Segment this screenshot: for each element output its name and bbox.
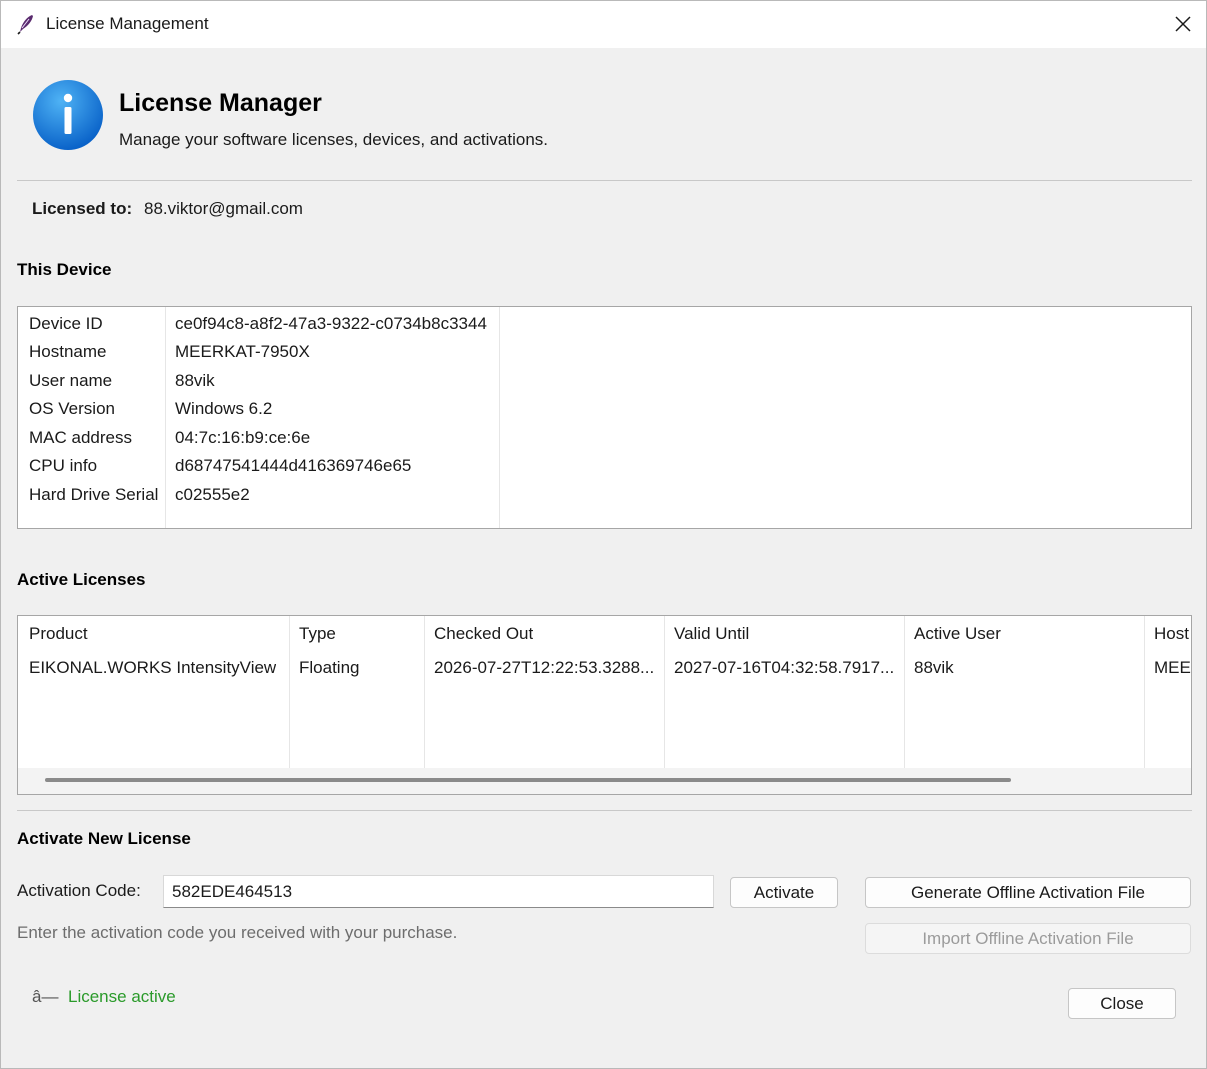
- active-licenses-title: Active Licenses: [17, 570, 146, 589]
- column-separator: [664, 616, 665, 768]
- header-subtitle: Manage your software licenses, devices, …: [119, 130, 549, 149]
- device-row-label: Hostname: [29, 342, 107, 361]
- feather-pen-icon: [17, 15, 33, 35]
- column-header-valid-until[interactable]: Valid Until: [674, 624, 749, 644]
- column-separator: [424, 616, 425, 768]
- divider: [17, 810, 1192, 811]
- license-cell-host[interactable]: MEE: [1154, 658, 1191, 678]
- activation-hint: Enter the activation code you received w…: [17, 923, 458, 942]
- activate-new-license-title: Activate New License: [17, 829, 191, 848]
- device-row-value: d68747541444d416369746e65: [175, 456, 412, 475]
- column-header-checked-out[interactable]: Checked Out: [434, 624, 533, 644]
- title-bar: License Management: [1, 1, 1206, 48]
- divider: [17, 180, 1192, 181]
- activation-code-label: Activation Code:: [17, 881, 141, 900]
- device-row-value: ce0f94c8-a8f2-47a3-9322-c0734b8c3344: [175, 314, 487, 333]
- license-cell-active-user[interactable]: 88vik: [914, 658, 954, 678]
- column-separator: [1144, 616, 1145, 768]
- column-header-active-user[interactable]: Active User: [914, 624, 1001, 644]
- activation-code-input[interactable]: 582EDE464513: [163, 875, 714, 908]
- license-management-window: License Management License Manager Manag…: [0, 0, 1207, 1069]
- license-status-text: License active: [68, 987, 176, 1006]
- licensed-to-label: Licensed to:: [32, 199, 133, 218]
- window-close-button[interactable]: [1163, 5, 1203, 43]
- device-row-value: MEERKAT-7950X: [175, 342, 310, 361]
- close-button[interactable]: Close: [1068, 988, 1176, 1019]
- licenses-table[interactable]: Product Type Checked Out Valid Until Act…: [17, 615, 1192, 795]
- header-title: License Manager: [119, 89, 322, 117]
- status-glyph: â—: [32, 987, 59, 1006]
- device-row-label: Device ID: [29, 314, 103, 333]
- scrollbar-thumb[interactable]: [45, 778, 1011, 782]
- device-row-label: User name: [29, 371, 113, 390]
- device-row-label: MAC address: [29, 428, 132, 447]
- column-separator: [289, 616, 290, 768]
- info-icon: [33, 80, 103, 150]
- device-row-value: 88vik: [175, 371, 215, 390]
- license-cell-valid-until[interactable]: 2027-07-16T04:32:58.7917...: [674, 658, 894, 678]
- device-row-label: CPU info: [29, 456, 98, 475]
- import-offline-activation-button[interactable]: Import Offline Activation File: [865, 923, 1191, 954]
- window-title: License Management: [46, 14, 209, 33]
- device-row-label: OS Version: [29, 399, 115, 418]
- device-row-value: 04:7c:16:b9:ce:6e: [175, 428, 311, 447]
- license-cell-product[interactable]: EIKONAL.WORKS IntensityView: [29, 658, 276, 678]
- close-icon: [1175, 16, 1191, 32]
- licensed-to-value: 88.viktor@gmail.com: [144, 199, 303, 218]
- column-header-product[interactable]: Product: [29, 624, 88, 644]
- column-separator: [904, 616, 905, 768]
- license-cell-checked-out[interactable]: 2026-07-27T12:22:53.3288...: [434, 658, 654, 678]
- activate-button[interactable]: Activate: [730, 877, 838, 908]
- device-row-value: Windows 6.2: [175, 399, 273, 418]
- device-row-value: c02555e2: [175, 485, 250, 504]
- device-row-label: Hard Drive Serial: [29, 485, 159, 504]
- generate-offline-activation-button[interactable]: Generate Offline Activation File: [865, 877, 1191, 908]
- this-device-title: This Device: [17, 260, 112, 279]
- column-header-type[interactable]: Type: [299, 624, 336, 644]
- column-header-host[interactable]: Host: [1154, 624, 1189, 644]
- license-cell-type[interactable]: Floating: [299, 658, 359, 678]
- device-info-table[interactable]: Device ID ce0f94c8-a8f2-47a3-9322-c0734b…: [17, 306, 1192, 529]
